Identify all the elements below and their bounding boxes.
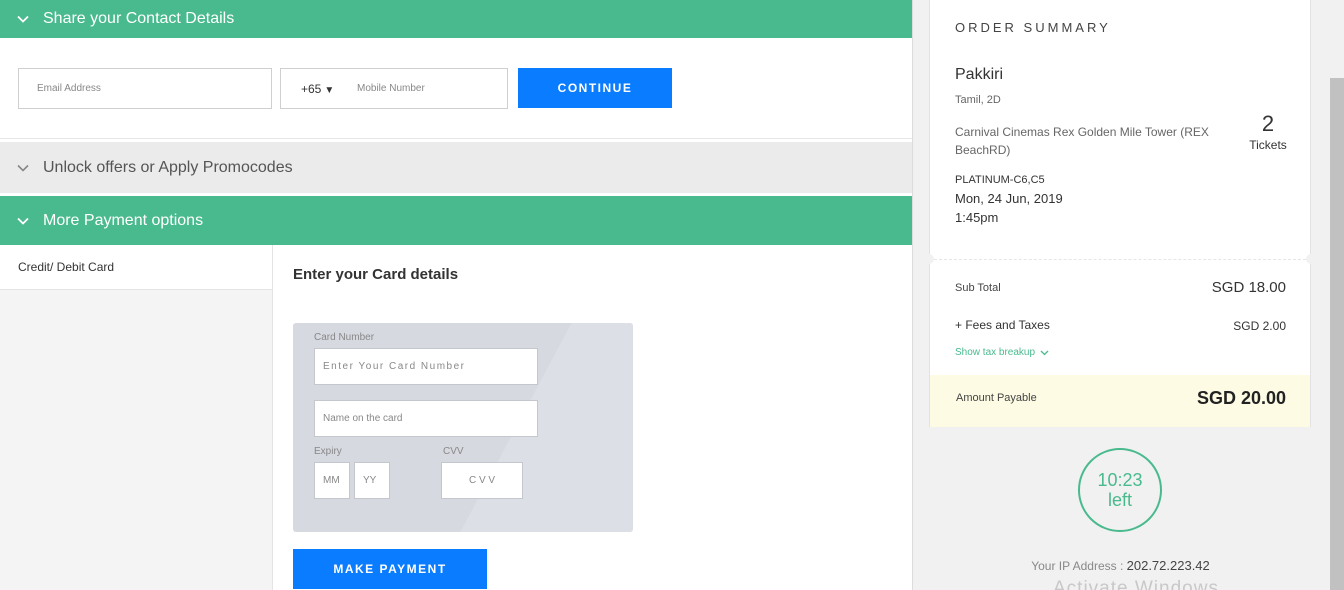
caret-down-icon: ▼ xyxy=(324,84,335,96)
ticket-notch-left xyxy=(924,254,934,264)
mobile-placeholder: Mobile Number xyxy=(357,83,425,94)
cvv-input[interactable]: C V V xyxy=(441,462,523,499)
continue-button[interactable]: CONTINUE xyxy=(518,68,672,108)
email-placeholder: Email Address xyxy=(37,83,101,94)
country-code-select[interactable]: +65 ▼ xyxy=(301,82,357,96)
amount-payable-row: Amount Payable SGD 20.00 xyxy=(930,375,1310,427)
show-date: Mon, 24 Jun, 2019 xyxy=(955,191,1063,206)
contact-section-title: Share your Contact Details xyxy=(43,10,235,27)
order-summary-card: ORDER SUMMARY Pakkiri Tamil, 2D Carnival… xyxy=(929,0,1311,259)
chevron-down-icon xyxy=(1040,350,1049,355)
subtotal-label: Sub Total xyxy=(955,282,1001,294)
show-tax-breakup-link[interactable]: Show tax breakup xyxy=(955,347,1049,358)
checkout-main: Share your Contact Details Email Address… xyxy=(0,0,912,590)
card-section-title: Enter your Card details xyxy=(293,266,459,283)
card-number-label: Card Number xyxy=(314,332,375,343)
card-number-input[interactable]: Enter Your Card Number xyxy=(314,348,538,385)
make-payment-button[interactable]: MAKE PAYMENT xyxy=(293,549,487,589)
promo-section-header[interactable]: Unlock offers or Apply Promocodes xyxy=(0,142,912,193)
movie-language-format: Tamil, 2D xyxy=(955,94,1001,106)
ip-label: Your IP Address : xyxy=(1031,559,1127,573)
show-time: 1:45pm xyxy=(955,210,999,225)
timer-suffix: left xyxy=(1107,490,1132,510)
promo-section-title: Unlock offers or Apply Promocodes xyxy=(43,158,293,176)
timer-time: 10:23 xyxy=(1097,470,1143,490)
expiry-year-placeholder: YY xyxy=(363,475,377,486)
card-number-placeholder: Enter Your Card Number xyxy=(323,361,466,372)
expiry-year-input[interactable]: YY xyxy=(354,462,390,499)
contact-form: Email Address +65 ▼ Mobile Number CONTINU… xyxy=(0,38,912,139)
subtotal-value: SGD 18.00 xyxy=(1211,279,1286,296)
ip-address: Your IP Address : 202.72.223.42 xyxy=(913,558,1328,573)
contact-section-header[interactable]: Share your Contact Details xyxy=(0,0,912,38)
tax-breakup-label: Show tax breakup xyxy=(955,347,1036,358)
payment-method-card[interactable]: Credit/ Debit Card xyxy=(0,245,272,290)
chevron-down-icon xyxy=(17,15,29,23)
fees-value: SGD 2.00 xyxy=(1233,319,1286,333)
country-code-value: +65 xyxy=(301,81,322,96)
movie-title: Pakkiri xyxy=(955,66,1004,83)
ticket-count-label: Tickets xyxy=(1249,138,1287,152)
os-activation-watermark: Activate Windows xyxy=(1053,578,1219,590)
ticket-count: 2 xyxy=(1261,111,1275,136)
seat-info: PLATINUM-C6,C5 xyxy=(955,174,1045,186)
payment-methods-sidebar: Credit/ Debit Card xyxy=(0,245,273,590)
ip-value: 202.72.223.42 xyxy=(1126,558,1210,573)
order-summary-panel: ORDER SUMMARY Pakkiri Tamil, 2D Carnival… xyxy=(912,0,1344,590)
scrollbar-thumb[interactable] xyxy=(1330,78,1344,590)
order-summary-title: ORDER SUMMARY xyxy=(955,20,1111,35)
chevron-down-icon xyxy=(17,164,29,172)
price-breakdown-card: Sub Total SGD 18.00 + Fees and Taxes SGD… xyxy=(924,254,1316,427)
payment-area: Credit/ Debit Card Enter your Card detai… xyxy=(0,245,912,590)
card-name-input[interactable]: Name on the card xyxy=(314,400,538,437)
expiry-label: Expiry xyxy=(314,446,342,457)
email-field[interactable]: Email Address xyxy=(18,68,272,109)
chevron-down-icon xyxy=(17,217,29,225)
cvv-label: CVV xyxy=(443,446,464,457)
expiry-month-input[interactable]: MM xyxy=(314,462,350,499)
card-name-placeholder: Name on the card xyxy=(323,413,403,424)
payment-section-title: More Payment options xyxy=(43,211,204,229)
cinema-venue: Carnival Cinemas Rex Golden Mile Tower (… xyxy=(955,125,1209,157)
fees-label: + Fees and Taxes xyxy=(955,318,1050,332)
amount-payable-value: SGD 20.00 xyxy=(1196,388,1286,408)
cvv-placeholder: C V V xyxy=(468,475,496,486)
countdown-timer: 10:23 left xyxy=(1078,448,1162,532)
amount-payable-label: Amount Payable xyxy=(956,392,1037,404)
card-form: Card Number Enter Your Card Number Name … xyxy=(293,323,633,532)
payment-section-header[interactable]: More Payment options xyxy=(0,196,912,245)
mobile-field[interactable]: +65 ▼ Mobile Number xyxy=(280,68,508,109)
ticket-notch-right xyxy=(1306,254,1316,264)
expiry-month-placeholder: MM xyxy=(323,475,340,486)
scrollbar-track[interactable] xyxy=(1330,0,1344,78)
